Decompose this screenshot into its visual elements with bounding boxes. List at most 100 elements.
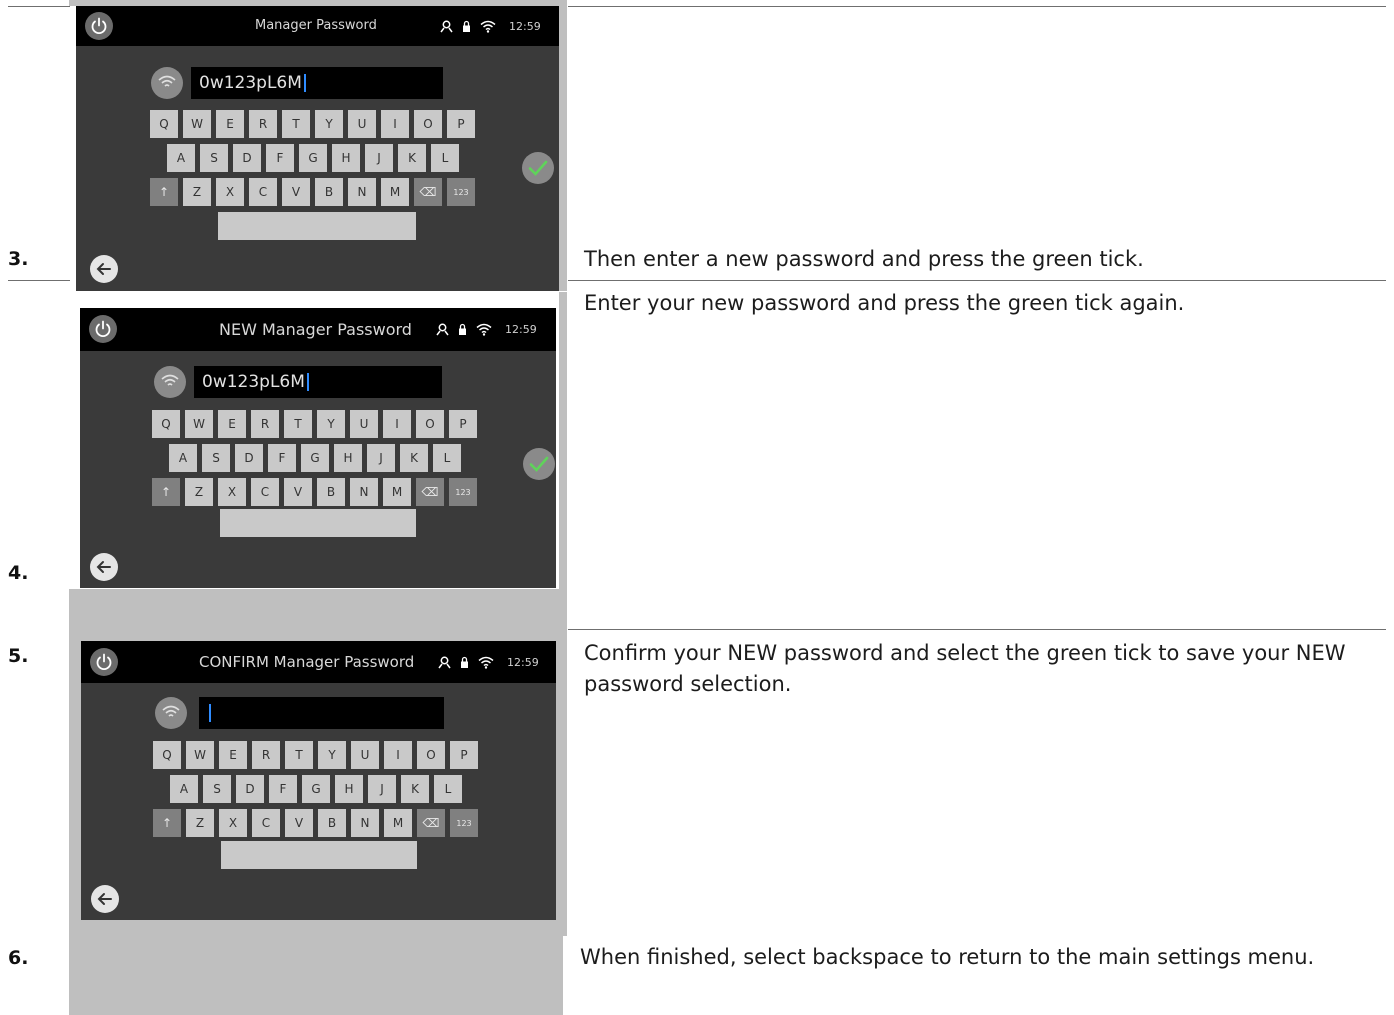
numbers-key[interactable]: 123 xyxy=(447,178,475,206)
key-y[interactable]: Y xyxy=(317,410,345,438)
key-n[interactable]: N xyxy=(351,809,379,837)
key-b[interactable]: B xyxy=(315,178,343,206)
backspace-key[interactable]: ⌫ xyxy=(417,809,445,837)
wifi-button[interactable] xyxy=(151,67,183,99)
numbers-key[interactable]: 123 xyxy=(450,809,478,837)
key-n[interactable]: N xyxy=(348,178,376,206)
key-s[interactable]: S xyxy=(200,144,228,172)
confirm-button[interactable] xyxy=(523,448,555,480)
key-a[interactable]: A xyxy=(170,775,198,803)
key-o[interactable]: O xyxy=(414,110,442,138)
wifi-button[interactable] xyxy=(154,366,186,398)
key-b[interactable]: B xyxy=(318,809,346,837)
key-i[interactable]: I xyxy=(383,410,411,438)
shift-key[interactable]: ↑ xyxy=(153,809,181,837)
key-v[interactable]: V xyxy=(284,478,312,506)
key-m[interactable]: M xyxy=(381,178,409,206)
key-t[interactable]: T xyxy=(282,110,310,138)
space-key[interactable] xyxy=(221,841,417,869)
key-m[interactable]: M xyxy=(384,809,412,837)
key-d[interactable]: D xyxy=(235,444,263,472)
key-l[interactable]: L xyxy=(431,144,459,172)
key-o[interactable]: O xyxy=(416,410,444,438)
key-k[interactable]: K xyxy=(400,444,428,472)
shift-key[interactable]: ↑ xyxy=(150,178,178,206)
key-f[interactable]: F xyxy=(266,144,294,172)
key-y[interactable]: Y xyxy=(315,110,343,138)
key-h[interactable]: H xyxy=(332,144,360,172)
numbers-key[interactable]: 123 xyxy=(449,478,477,506)
key-g[interactable]: G xyxy=(299,144,327,172)
key-t[interactable]: T xyxy=(284,410,312,438)
key-q[interactable]: Q xyxy=(150,110,178,138)
key-t[interactable]: T xyxy=(285,741,313,769)
key-e[interactable]: E xyxy=(219,741,247,769)
key-w[interactable]: W xyxy=(183,110,211,138)
key-h[interactable]: H xyxy=(334,444,362,472)
key-p[interactable]: P xyxy=(449,410,477,438)
key-r[interactable]: R xyxy=(252,741,280,769)
key-x[interactable]: X xyxy=(216,178,244,206)
key-l[interactable]: L xyxy=(434,775,462,803)
key-i[interactable]: I xyxy=(381,110,409,138)
password-input[interactable] xyxy=(199,697,444,729)
back-button[interactable] xyxy=(90,255,118,283)
backspace-key[interactable]: ⌫ xyxy=(416,478,444,506)
key-e[interactable]: E xyxy=(216,110,244,138)
key-d[interactable]: D xyxy=(233,144,261,172)
key-u[interactable]: U xyxy=(351,741,379,769)
key-j[interactable]: J xyxy=(367,444,395,472)
key-f[interactable]: F xyxy=(269,775,297,803)
key-q[interactable]: Q xyxy=(152,410,180,438)
key-l[interactable]: L xyxy=(433,444,461,472)
key-s[interactable]: S xyxy=(202,444,230,472)
key-w[interactable]: W xyxy=(186,741,214,769)
back-button[interactable] xyxy=(90,553,118,581)
key-p[interactable]: P xyxy=(450,741,478,769)
key-g[interactable]: G xyxy=(301,444,329,472)
key-b[interactable]: B xyxy=(317,478,345,506)
key-n[interactable]: N xyxy=(350,478,378,506)
key-r[interactable]: R xyxy=(251,410,279,438)
key-v[interactable]: V xyxy=(285,809,313,837)
key-x[interactable]: X xyxy=(218,478,246,506)
key-z[interactable]: Z xyxy=(185,478,213,506)
key-a[interactable]: A xyxy=(169,444,197,472)
back-button[interactable] xyxy=(91,885,119,913)
key-u[interactable]: U xyxy=(348,110,376,138)
key-k[interactable]: K xyxy=(401,775,429,803)
key-f[interactable]: F xyxy=(268,444,296,472)
key-c[interactable]: C xyxy=(249,178,277,206)
key-j[interactable]: J xyxy=(365,144,393,172)
key-u[interactable]: U xyxy=(350,410,378,438)
key-o[interactable]: O xyxy=(417,741,445,769)
key-d[interactable]: D xyxy=(236,775,264,803)
key-y[interactable]: Y xyxy=(318,741,346,769)
key-r[interactable]: R xyxy=(249,110,277,138)
key-a[interactable]: A xyxy=(167,144,195,172)
space-key[interactable] xyxy=(220,509,416,537)
password-input[interactable]: 0w123pL6M xyxy=(194,366,442,398)
power-button[interactable] xyxy=(89,315,117,343)
key-c[interactable]: C xyxy=(252,809,280,837)
key-v[interactable]: V xyxy=(282,178,310,206)
key-m[interactable]: M xyxy=(383,478,411,506)
space-key[interactable] xyxy=(218,212,416,240)
key-z[interactable]: Z xyxy=(186,809,214,837)
key-k[interactable]: K xyxy=(398,144,426,172)
key-e[interactable]: E xyxy=(218,410,246,438)
key-x[interactable]: X xyxy=(219,809,247,837)
key-w[interactable]: W xyxy=(185,410,213,438)
password-input[interactable]: 0w123pL6M xyxy=(191,67,443,99)
shift-key[interactable]: ↑ xyxy=(152,478,180,506)
key-h[interactable]: H xyxy=(335,775,363,803)
power-button[interactable] xyxy=(85,12,113,40)
key-s[interactable]: S xyxy=(203,775,231,803)
key-g[interactable]: G xyxy=(302,775,330,803)
key-i[interactable]: I xyxy=(384,741,412,769)
backspace-key[interactable]: ⌫ xyxy=(414,178,442,206)
key-p[interactable]: P xyxy=(447,110,475,138)
wifi-button[interactable] xyxy=(155,697,187,729)
key-q[interactable]: Q xyxy=(153,741,181,769)
key-c[interactable]: C xyxy=(251,478,279,506)
